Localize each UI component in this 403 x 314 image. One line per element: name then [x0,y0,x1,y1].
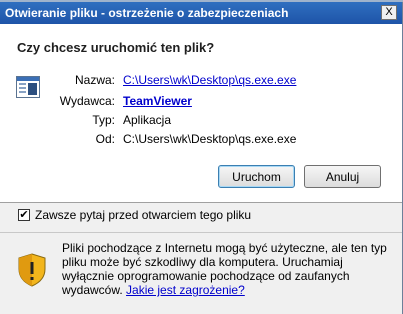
cancel-button[interactable]: Anuluj [304,165,381,188]
publisher-label: Wydawca: [59,94,115,108]
close-button[interactable]: X [381,5,397,20]
type-value: Aplikacja [123,113,172,127]
publisher-link[interactable]: TeamViewer [123,94,192,108]
security-warning-dialog: Otwieranie pliku - ostrzeżenie o zabezpi… [0,2,403,314]
checkmark-icon: ✔ [19,208,29,221]
divider [0,202,402,203]
risk-info-link[interactable]: Jakie jest zagrożenie? [126,283,245,297]
divider [0,232,402,233]
from-value: C:\Users\wk\Desktop\qs.exe.exe [123,132,297,146]
run-button[interactable]: Uruchom [218,165,295,188]
type-label: Typ: [92,113,115,127]
question-heading: Czy chcesz uruchomić ten plik? [17,40,215,55]
title-bar[interactable]: Otwieranie pliku - ostrzeżenie o zabezpi… [0,2,402,24]
run-button-label: Uruchom [232,169,281,184]
always-ask-checkbox[interactable]: ✔ [18,209,30,221]
dialog-main-panel: Czy chcesz uruchomić ten plik? Nazwa: C:… [0,24,402,202]
from-label: Od: [95,132,115,146]
window-title: Otwieranie pliku - ostrzeżenie o zabezpi… [5,6,289,20]
cancel-button-label: Anuluj [325,169,360,184]
security-shield-icon [18,253,46,287]
name-label: Nazwa: [74,73,115,87]
close-icon: X [385,6,393,18]
always-ask-label[interactable]: Zawsze pytaj przed otwarciem tego pliku [35,208,251,222]
warning-text: Pliki pochodzące z Internetu mogą być uż… [62,241,387,297]
file-name-link[interactable]: C:\Users\wk\Desktop\qs.exe.exe [123,73,296,87]
